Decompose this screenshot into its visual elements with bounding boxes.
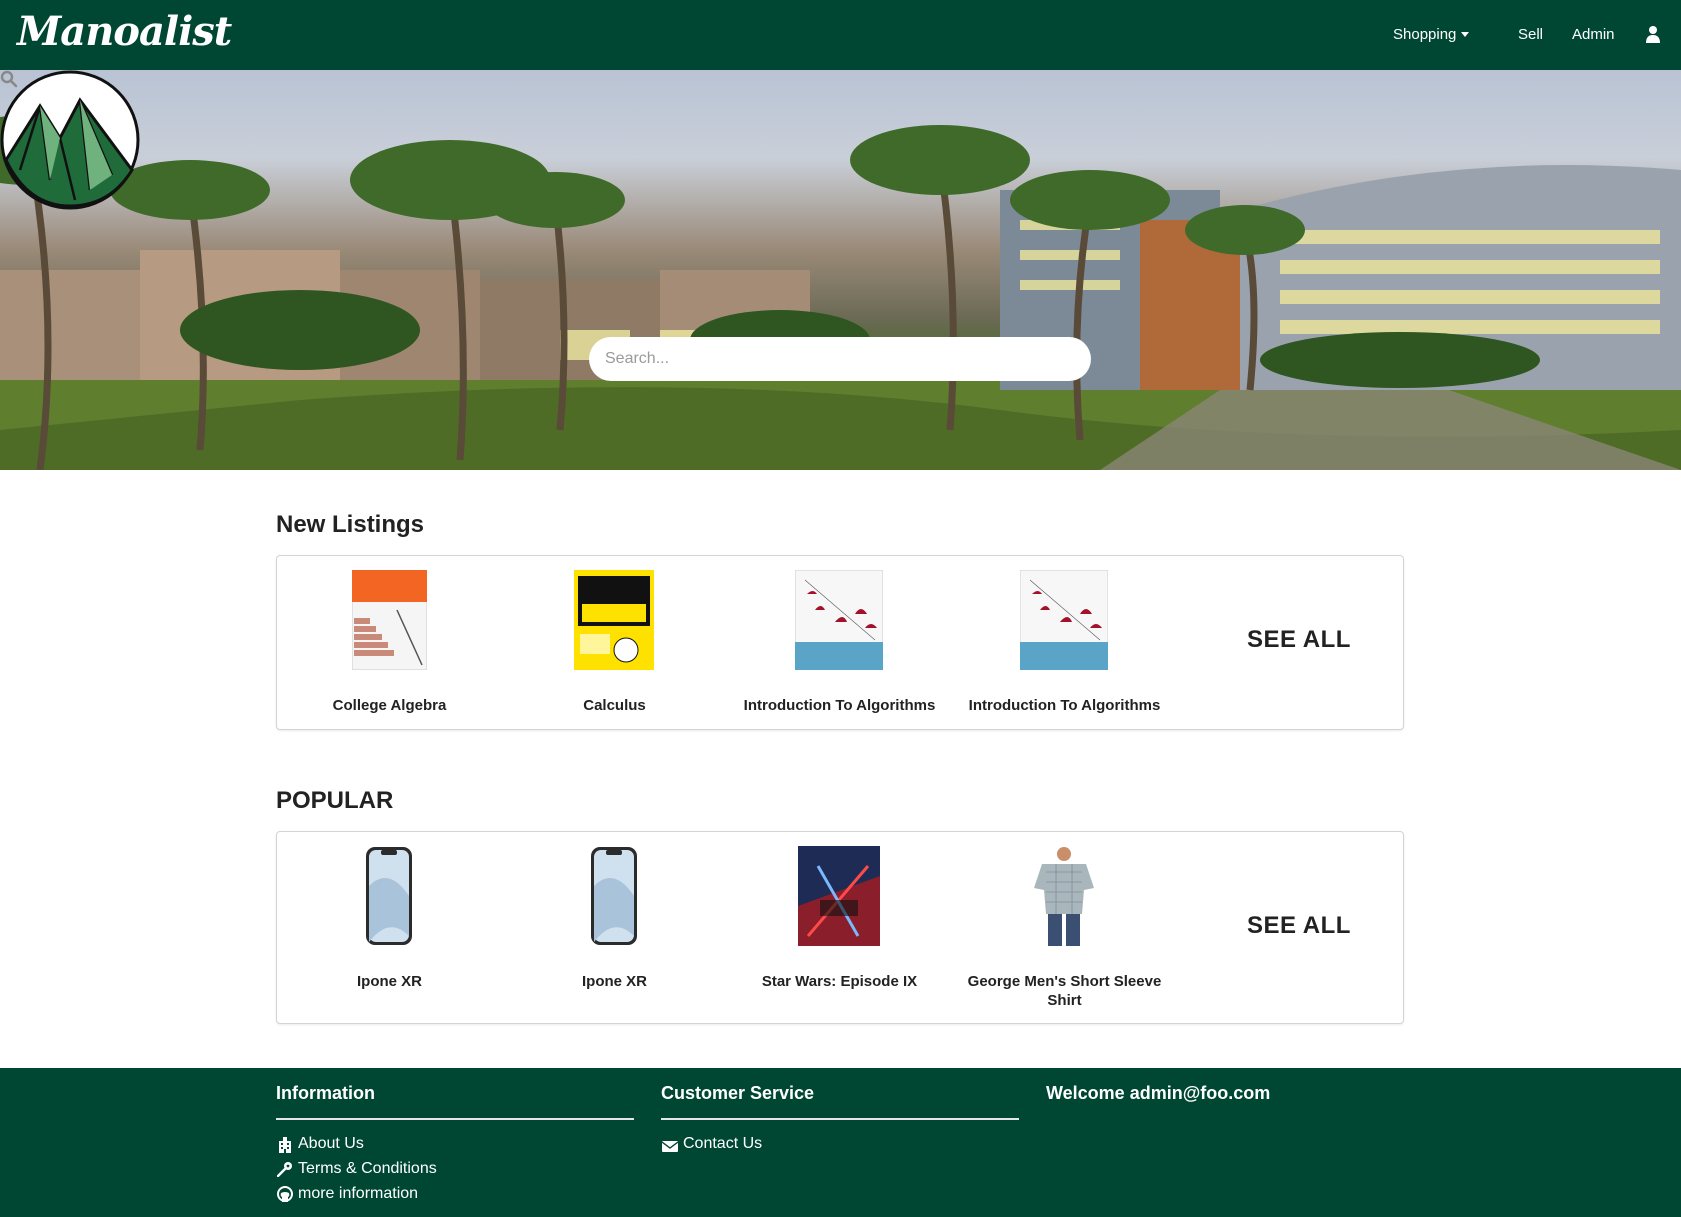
listing-item[interactable]: George Men's Short Sleeve Shirt: [952, 832, 1177, 1025]
listing-title[interactable]: Ipone XR: [502, 972, 727, 991]
see-all-new-listings-link[interactable]: SEE ALL: [1247, 626, 1351, 654]
footer-customer-service-heading: Customer Service: [661, 1083, 815, 1103]
listing-title[interactable]: Star Wars: Episode IX: [727, 972, 952, 991]
envelope-icon: [662, 1141, 678, 1152]
new-listings-title: New Listings: [276, 511, 425, 538]
shopping-dropdown[interactable]: Shopping: [1393, 26, 1456, 43]
listing-title[interactable]: Introduction To Algorithms: [727, 696, 952, 715]
popular-card: Ipone XR Ipone XR Star Wars: Episode IX: [276, 831, 1404, 1024]
sell-link[interactable]: Sell: [1518, 26, 1543, 43]
iphone-xr-image: [366, 847, 412, 945]
popular-title: POPULAR: [276, 787, 394, 814]
divider: [661, 1118, 1019, 1120]
calculus-book-cover: [574, 570, 654, 670]
building-icon: [279, 1137, 291, 1153]
welcome-user-text: Welcome admin@foo.com: [1046, 1083, 1271, 1103]
listing-title[interactable]: George Men's Short Sleeve Shirt: [952, 972, 1177, 1010]
mountain-logo-icon: [0, 70, 140, 210]
campus-background-image: [0, 115, 1681, 470]
terms-and-conditions-link[interactable]: Terms & Conditions: [298, 1160, 437, 1178]
algorithms-book-cover: [1020, 570, 1108, 670]
footer: Information About Us Terms & Conditions …: [0, 1068, 1681, 1217]
caret-down-icon[interactable]: [1461, 32, 1469, 37]
listing-title[interactable]: Introduction To Algorithms: [952, 696, 1177, 715]
listing-item[interactable]: Calculus: [502, 556, 727, 731]
search-input[interactable]: [605, 337, 1035, 381]
listing-title[interactable]: Calculus: [502, 696, 727, 715]
divider: [276, 1118, 634, 1120]
search-icon[interactable]: [0, 70, 18, 88]
more-information-link[interactable]: more information: [298, 1185, 418, 1203]
listing-item[interactable]: Star Wars: Episode IX: [727, 832, 952, 1025]
new-listings-card: College Algebra Calculus Introduction To…: [276, 555, 1404, 730]
footer-information-heading: Information: [276, 1083, 375, 1103]
admin-link[interactable]: Admin: [1572, 26, 1615, 43]
listing-title[interactable]: Ipone XR: [277, 972, 502, 991]
short-sleeve-shirt-image: [1034, 847, 1094, 946]
key-icon: [277, 1162, 292, 1177]
see-all-popular-link[interactable]: SEE ALL: [1247, 912, 1351, 940]
user-icon[interactable]: [1645, 25, 1661, 43]
github-icon: [277, 1186, 293, 1202]
iphone-xr-image: [591, 847, 637, 945]
college-algebra-book-cover: [352, 570, 427, 670]
listing-item[interactable]: Ipone XR: [502, 832, 727, 1025]
listing-item[interactable]: Introduction To Algorithms: [952, 556, 1177, 731]
algorithms-book-cover: [795, 570, 883, 670]
contact-us-link[interactable]: Contact Us: [683, 1135, 762, 1153]
listing-title[interactable]: College Algebra: [277, 696, 502, 715]
hero-banner: [0, 70, 1681, 470]
top-navbar: Manoalist Shopping Sell Admin: [0, 0, 1681, 70]
listing-item[interactable]: Ipone XR: [277, 832, 502, 1025]
listing-item[interactable]: Introduction To Algorithms: [727, 556, 952, 731]
brand-logo[interactable]: Manoalist: [17, 8, 232, 55]
star-wars-bluray-cover: [798, 846, 880, 946]
listing-item[interactable]: College Algebra: [277, 556, 502, 731]
search-bar: [589, 337, 1091, 381]
about-us-link[interactable]: About Us: [298, 1135, 364, 1153]
